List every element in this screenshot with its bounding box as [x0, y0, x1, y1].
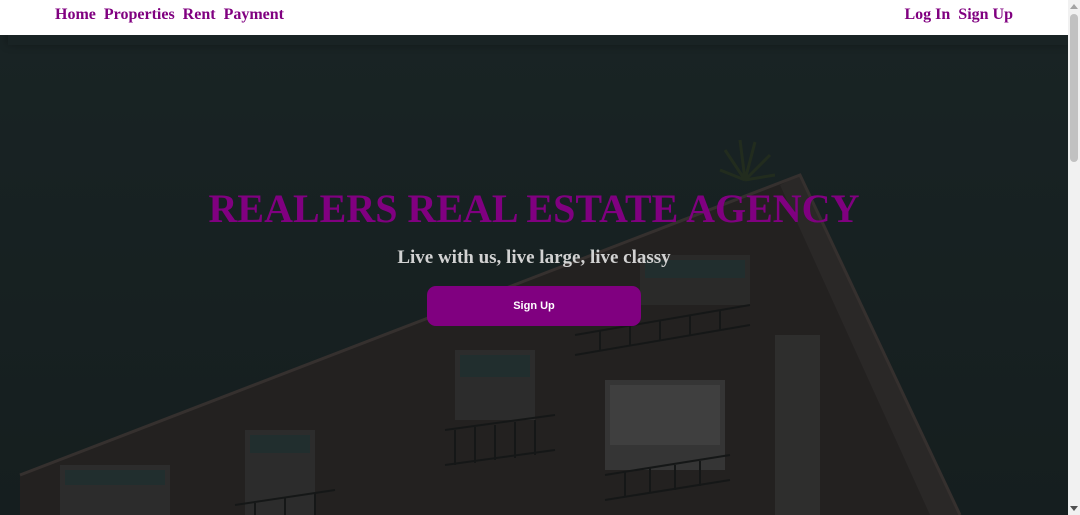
scroll-down-arrow-icon[interactable] — [1070, 506, 1078, 511]
nav-link-payment[interactable]: Payment — [224, 5, 284, 25]
nav-link-properties[interactable]: Properties — [104, 5, 175, 25]
navbar-shadow — [8, 35, 1068, 45]
hero-tagline: Live with us, live large, live classy — [397, 247, 671, 268]
vertical-scrollbar[interactable] — [1068, 0, 1080, 515]
nav-link-rent[interactable]: Rent — [183, 5, 216, 25]
hero-background-image — [0, 35, 1068, 515]
hero-title: REALERS REAL ESTATE AGENCY — [208, 186, 860, 231]
nav-right-group: Log In Sign Up — [905, 5, 1014, 25]
top-navbar: Home Properties Rent Payment Log In Sign… — [0, 0, 1068, 35]
nav-left-group: Home Properties Rent Payment — [55, 5, 284, 25]
scroll-up-arrow-icon[interactable] — [1070, 4, 1078, 9]
scroll-thumb[interactable] — [1070, 14, 1078, 162]
nav-link-home[interactable]: Home — [55, 5, 96, 25]
hero-section: REALERS REAL ESTATE AGENCY Live with us,… — [0, 35, 1068, 515]
nav-link-login[interactable]: Log In — [905, 5, 951, 25]
hero-signup-button[interactable]: Sign Up — [427, 286, 641, 326]
page: Home Properties Rent Payment Log In Sign… — [0, 0, 1080, 515]
nav-link-signup[interactable]: Sign Up — [958, 5, 1013, 25]
